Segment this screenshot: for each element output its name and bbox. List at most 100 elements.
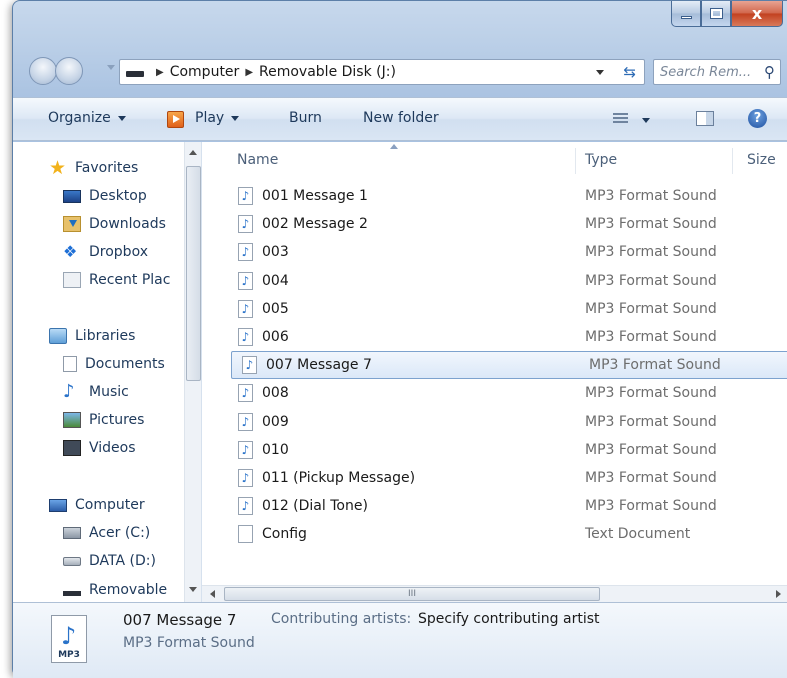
refresh-icon[interactable]: ⇆ bbox=[623, 63, 636, 81]
table-row[interactable]: ♪007 Message 7MP3 Format Sound4 bbox=[231, 351, 787, 380]
audio-file-icon: ♪ bbox=[238, 187, 253, 205]
search-input[interactable]: Search Rem... ⚲ bbox=[653, 59, 781, 85]
address-dropdown-icon[interactable] bbox=[596, 70, 604, 75]
audio-file-icon: ♪ bbox=[238, 243, 253, 262]
search-icon[interactable]: ⚲ bbox=[764, 63, 775, 81]
file-list: Name Type Size ♪ 001 Message 1 MP3 Format … bbox=[201, 142, 787, 602]
table-row[interactable]: Config Text Document bbox=[228, 520, 787, 548]
back-button[interactable] bbox=[29, 57, 57, 85]
breadcrumb-separator-icon[interactable]: ▶ bbox=[156, 67, 164, 78]
audio-file-icon: ♪ bbox=[238, 299, 253, 318]
dropbox-icon: ❖ bbox=[63, 242, 78, 261]
file-icon-label: MP3 bbox=[58, 650, 80, 660]
audio-file-icon: ♪ bbox=[238, 412, 253, 431]
hard-drive-icon bbox=[63, 556, 81, 566]
nav-pictures[interactable]: Pictures bbox=[63, 412, 144, 428]
file-type: MP3 Format Sound bbox=[585, 216, 717, 233]
play-button[interactable]: Play bbox=[195, 110, 240, 126]
libraries-icon bbox=[49, 328, 67, 344]
recent-pages-dropdown-icon[interactable] bbox=[107, 65, 115, 70]
details-field-value[interactable]: Specify contributing artist bbox=[418, 611, 600, 627]
minimize-button[interactable] bbox=[671, 1, 701, 27]
table-row[interactable]: ♪001 Message 1MP3 Format Sound4 bbox=[228, 182, 787, 210]
scroll-down-icon[interactable] bbox=[189, 587, 197, 592]
scroll-up-icon[interactable] bbox=[189, 150, 197, 155]
horizontal-scrollbar[interactable]: III bbox=[202, 585, 787, 602]
nav-downloads[interactable]: Downloads bbox=[63, 216, 166, 232]
help-icon[interactable]: ? bbox=[748, 109, 767, 128]
column-header-name[interactable]: Name bbox=[237, 142, 278, 178]
file-name: 003 bbox=[262, 244, 289, 261]
documents-icon bbox=[63, 356, 77, 372]
table-row[interactable]: ♪009MP3 Format Sound4 bbox=[228, 408, 787, 436]
preview-pane-icon[interactable] bbox=[696, 111, 714, 126]
nav-drive-d[interactable]: DATA (D:) bbox=[63, 553, 156, 569]
nav-desktop[interactable]: Desktop bbox=[63, 188, 147, 204]
nav-dropbox[interactable]: ❖ Dropbox bbox=[63, 242, 148, 261]
table-row[interactable]: ♪003MP3 Format Sound4 bbox=[228, 238, 787, 266]
chevron-down-icon bbox=[231, 115, 240, 121]
nav-label: Libraries bbox=[75, 328, 136, 344]
breadcrumb-separator-icon[interactable]: ▶ bbox=[245, 67, 253, 78]
maximize-button[interactable] bbox=[701, 1, 731, 27]
play-icon[interactable] bbox=[167, 111, 184, 128]
nav-drive-c[interactable]: Acer (C:) bbox=[63, 525, 150, 541]
change-view-icon[interactable] bbox=[613, 113, 628, 125]
breadcrumb-removable-disk[interactable]: Removable Disk (J:) bbox=[259, 64, 396, 80]
file-name: Config bbox=[262, 526, 307, 543]
removable-disk-icon bbox=[63, 590, 81, 596]
scroll-left-icon[interactable] bbox=[210, 590, 215, 598]
file-type: MP3 Format Sound bbox=[585, 498, 717, 515]
column-divider[interactable] bbox=[575, 148, 576, 174]
address-bar[interactable]: ▶ Computer ▶ Removable Disk (J:) ⇆ bbox=[119, 59, 645, 85]
navigation-scrollbar[interactable] bbox=[184, 142, 201, 602]
file-type: MP3 Format Sound bbox=[585, 300, 717, 317]
table-row[interactable]: ♪005MP3 Format Sound4 bbox=[228, 295, 787, 323]
nav-documents[interactable]: Documents bbox=[63, 356, 165, 372]
file-type: MP3 Format Sound bbox=[585, 385, 717, 402]
close-icon: x bbox=[751, 4, 763, 23]
navigation-row: ▶ Computer ▶ Removable Disk (J:) ⇆ Searc… bbox=[13, 49, 787, 89]
nav-removable-disk[interactable]: Removable bbox=[63, 582, 167, 598]
audio-file-icon: ♪ bbox=[238, 384, 253, 403]
table-row[interactable]: ♪002 Message 2MP3 Format Sound4 bbox=[228, 210, 787, 238]
breadcrumb-computer[interactable]: Computer bbox=[170, 64, 240, 80]
chevron-down-icon bbox=[117, 115, 126, 121]
table-row[interactable]: ♪011 (Pickup Message)MP3 Format Sound12 bbox=[228, 464, 787, 492]
file-type: MP3 Format Sound bbox=[589, 357, 721, 374]
table-row[interactable]: ♪008MP3 Format Sound4 bbox=[228, 379, 787, 407]
music-note-icon: ♪ bbox=[61, 622, 77, 650]
close-button[interactable]: x bbox=[731, 1, 783, 27]
column-header-size[interactable]: Size bbox=[747, 142, 776, 178]
details-pane: ♪ MP3 007 Message 7 MP3 Format Sound Con… bbox=[13, 602, 787, 678]
column-divider[interactable] bbox=[732, 148, 733, 174]
nav-favorites[interactable]: ★ Favorites bbox=[49, 159, 138, 178]
file-name: 010 bbox=[262, 441, 289, 458]
scrollbar-thumb[interactable]: III bbox=[224, 587, 600, 601]
nav-libraries[interactable]: Libraries bbox=[49, 328, 135, 344]
forward-button[interactable] bbox=[55, 57, 83, 85]
organize-label: Organize bbox=[48, 110, 111, 126]
details-file-type: MP3 Format Sound bbox=[123, 635, 255, 651]
table-row[interactable]: ♪006MP3 Format Sound4 bbox=[228, 323, 787, 351]
scrollbar-thumb[interactable] bbox=[186, 166, 201, 381]
nav-music[interactable]: ♪ Music bbox=[63, 383, 129, 401]
scroll-right-icon[interactable] bbox=[776, 590, 781, 598]
nav-videos[interactable]: Videos bbox=[63, 440, 136, 456]
search-placeholder: Search Rem... bbox=[660, 64, 752, 80]
command-bar: Organize Play Burn New folder ? bbox=[13, 97, 787, 141]
audio-file-icon: ♪ bbox=[238, 440, 253, 459]
organize-button[interactable]: Organize bbox=[48, 110, 126, 126]
new-folder-button[interactable]: New folder bbox=[363, 110, 439, 126]
nav-recent-places[interactable]: Recent Plac bbox=[63, 272, 170, 288]
table-row[interactable]: ♪004MP3 Format Sound3 bbox=[228, 267, 787, 295]
file-type: MP3 Format Sound bbox=[585, 188, 717, 204]
maximize-icon bbox=[709, 8, 723, 19]
view-options-dropdown-icon[interactable] bbox=[642, 118, 650, 123]
nav-computer[interactable]: Computer bbox=[49, 497, 145, 513]
column-header-type[interactable]: Type bbox=[585, 142, 617, 178]
burn-button[interactable]: Burn bbox=[289, 110, 322, 126]
table-row[interactable]: ♪012 (Dial Tone)MP3 Format Sound29 bbox=[228, 492, 787, 520]
drive-icon bbox=[126, 71, 144, 77]
table-row[interactable]: ♪010MP3 Format Sound4 bbox=[228, 436, 787, 464]
